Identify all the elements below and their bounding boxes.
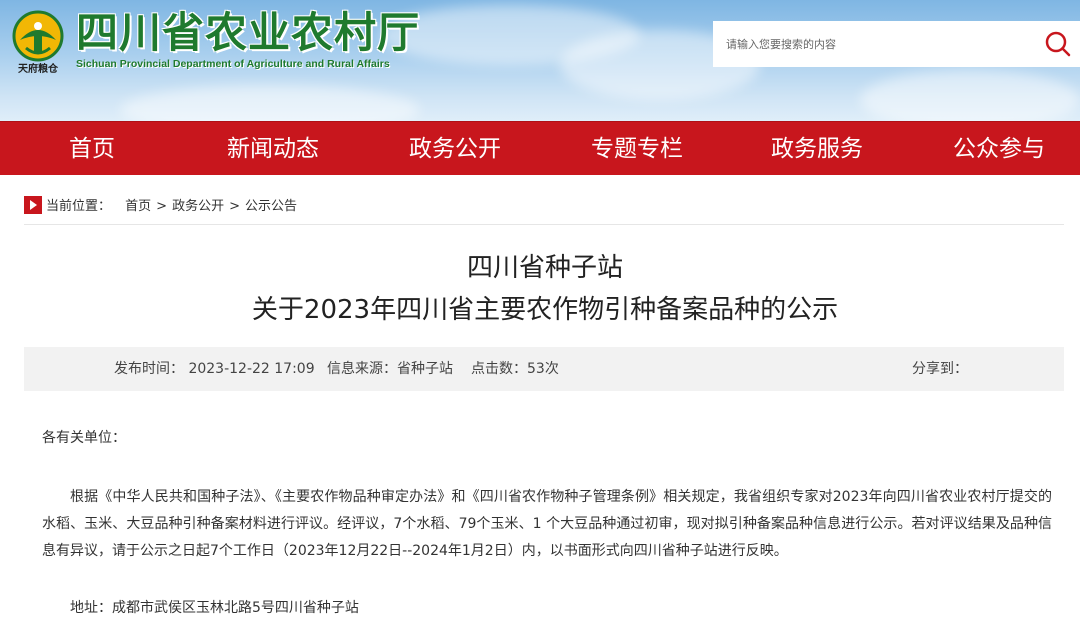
article-title-line2: 关于2023年四川省主要农作物引种备案品种的公示	[251, 295, 839, 325]
search-input[interactable]	[713, 21, 1033, 67]
emblem-subtitle: 天府粮仓	[18, 64, 58, 75]
source-label: 信息来源：	[327, 361, 397, 377]
site-name-cn[interactable]: 四川省农业农村厅	[76, 8, 420, 58]
main-nav: 首页 新闻动态 政务公开 专题专栏 政务服务 公众参与	[0, 121, 1080, 175]
breadcrumb-announcements[interactable]: 公示公告	[245, 199, 297, 214]
site-header: 天府粮仓 四川省农业农村厅 Sichuan Provincial Departm…	[0, 0, 1080, 121]
source-info: 信息来源：省种子站	[327, 347, 453, 391]
search-box	[713, 21, 1080, 67]
nav-item-home[interactable]: 首页	[50, 122, 134, 176]
location-arrow-icon	[24, 196, 42, 214]
source-value: 省种子站	[397, 361, 453, 377]
share-label[interactable]: 分享到：	[912, 347, 968, 391]
nav-item-government-affairs[interactable]: 政务公开	[396, 122, 514, 176]
site-name-en: Sichuan Provincial Department of Agricul…	[76, 58, 390, 70]
clicks-info: 点击数：53次	[471, 347, 559, 391]
publish-label: 发布时间：	[114, 361, 184, 377]
publish-info: 发布时间： 2023-12-22 17:09	[114, 347, 315, 391]
article-title-line1: 四川省种子站	[466, 253, 623, 283]
breadcrumb-government-affairs[interactable]: 政务公开	[172, 199, 224, 214]
nav-item-public-participation[interactable]: 公众参与	[940, 122, 1058, 176]
search-icon[interactable]	[1043, 29, 1073, 59]
publish-time: 2023-12-22 17:09	[188, 361, 315, 377]
article-address: 地址：成都市武侯区玉林北路5号四川省种子站	[70, 600, 359, 616]
nav-item-gov-services[interactable]: 政务服务	[758, 122, 876, 176]
article-meta-bar: 发布时间： 2023-12-22 17:09 信息来源：省种子站 点击数：53次…	[24, 347, 1064, 391]
article-paragraph: 根据《中华人民共和国种子法》、《主要农作物品种审定办法》和《四川省农作物种子管理…	[42, 489, 1052, 559]
nav-item-news[interactable]: 新闻动态	[214, 122, 332, 176]
breadcrumb: 当前位置： 首页 > 政务公开 > 公示公告	[24, 196, 297, 218]
clicks-value: 53次	[527, 361, 559, 377]
nav-item-special-topics[interactable]: 专题专栏	[578, 122, 696, 176]
breadcrumb-home[interactable]: 首页	[125, 199, 151, 214]
clicks-label: 点击数：	[471, 361, 527, 377]
breadcrumb-separator: >	[229, 199, 240, 214]
divider	[24, 224, 1064, 225]
breadcrumb-separator: >	[156, 199, 168, 214]
breadcrumb-label: 当前位置：	[46, 199, 112, 214]
article-greeting: 各有关单位：	[42, 430, 126, 446]
